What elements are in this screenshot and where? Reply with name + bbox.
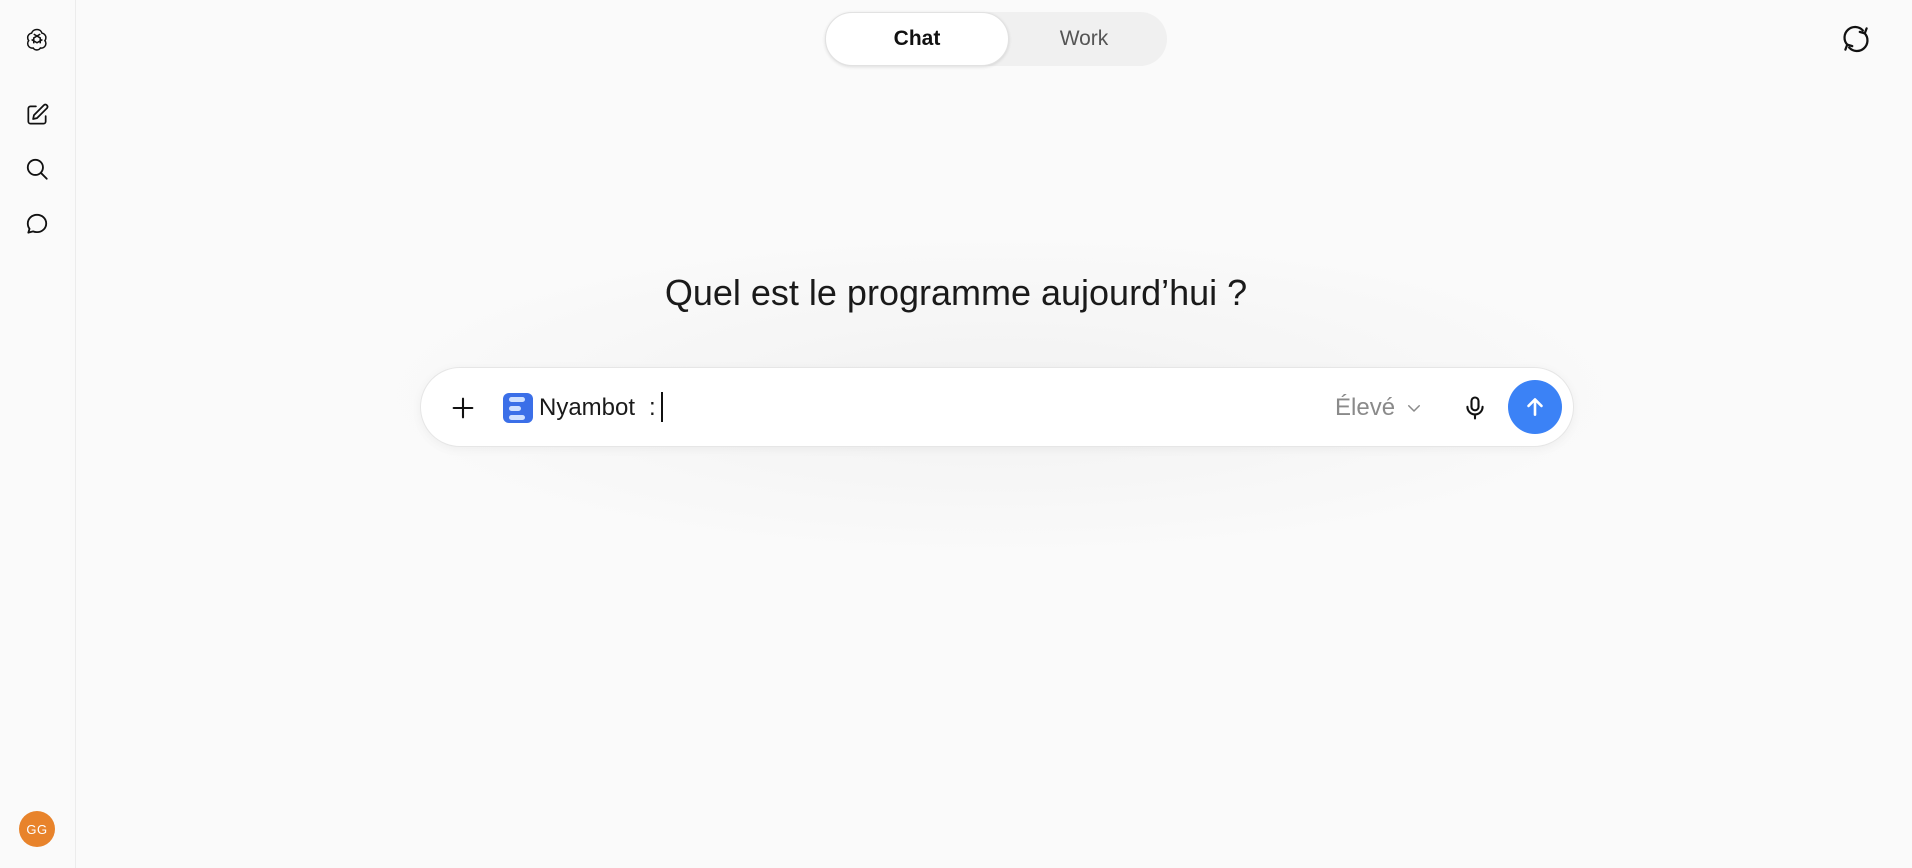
prompt-composer: Nyambot : Élevé — [420, 367, 1574, 447]
reasoning-level-label: Élevé — [1335, 394, 1396, 421]
search-icon — [26, 158, 48, 180]
voice-input-button[interactable] — [1453, 386, 1497, 430]
compose-icon — [27, 103, 49, 125]
add-attachment-button[interactable] — [441, 386, 485, 430]
chat-bubble-icon — [26, 213, 48, 234]
sidebar: GG — [0, 0, 76, 868]
new-chat-button[interactable] — [17, 95, 57, 135]
search-button[interactable] — [17, 149, 57, 189]
send-button[interactable] — [1508, 380, 1562, 434]
chevron-down-icon — [1408, 405, 1421, 412]
gpt-mention-chip[interactable]: Nyambot — [503, 391, 635, 425]
reasoning-level-select[interactable]: Élevé — [1335, 390, 1423, 426]
arrow-up-icon — [1527, 398, 1543, 416]
mode-toggle: Chat Work — [825, 12, 1167, 66]
chats-button[interactable] — [17, 204, 57, 244]
text-caret — [661, 392, 663, 422]
avatar[interactable]: GG — [19, 811, 55, 847]
plus-icon — [452, 397, 474, 419]
prompt-input-value: : — [649, 394, 656, 421]
page-title: Quel est le programme aujourd’hui ? — [664, 272, 1248, 313]
gpt-name: Nyambot — [539, 394, 636, 421]
microphone-icon — [1466, 396, 1484, 420]
tab-chat[interactable]: Chat — [825, 12, 1009, 66]
gpt-avatar-icon — [503, 393, 533, 423]
openai-logo-icon[interactable] — [17, 19, 57, 59]
refresh-chat-icon — [1843, 25, 1869, 53]
temporary-chat-button[interactable] — [1836, 19, 1876, 59]
prompt-input[interactable]: : — [649, 388, 1251, 428]
tab-work[interactable]: Work — [1009, 12, 1159, 66]
